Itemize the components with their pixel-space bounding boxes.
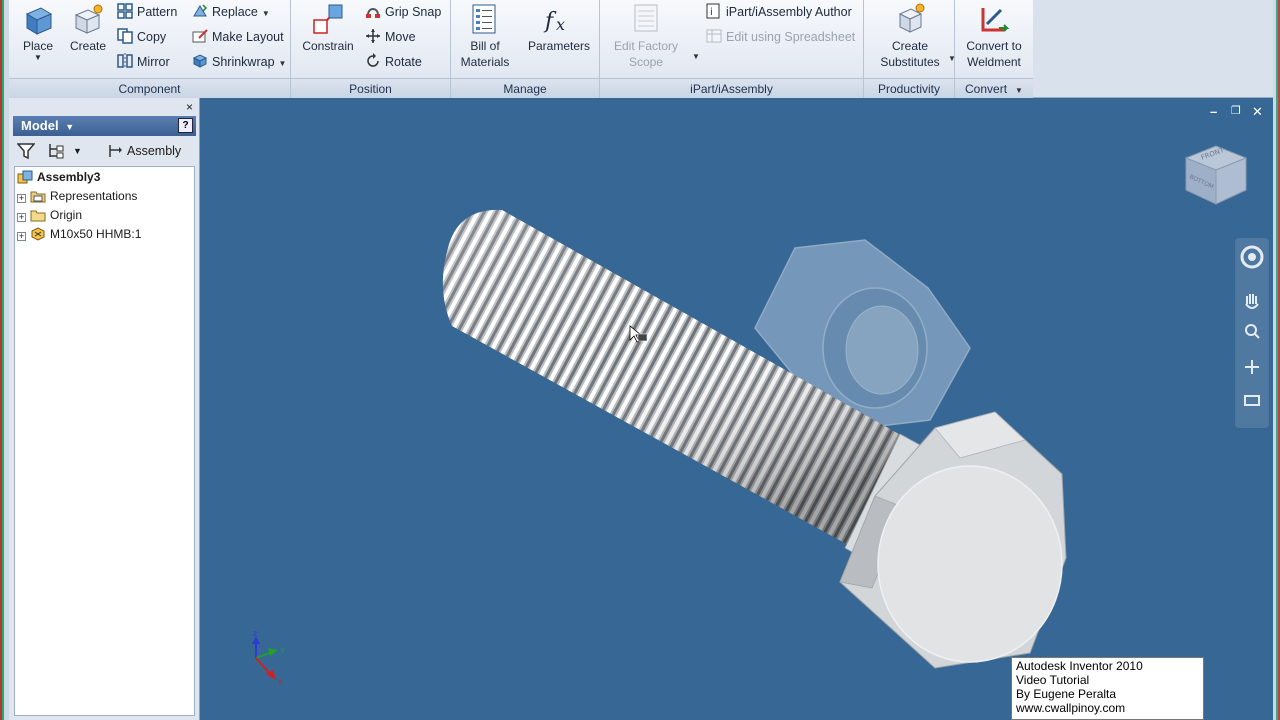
- replace-button[interactable]: Replace ▼: [192, 1, 270, 23]
- panel-productivity: Create Substitutes ▼ Productivity: [864, 0, 956, 98]
- spreadsheet-icon: [706, 28, 722, 44]
- panel-title-position: Position: [291, 78, 450, 98]
- model-tree: Assembly3 + Representations + Origin + M10x…: [14, 166, 195, 716]
- svg-text:f: f: [543, 9, 557, 34]
- move-button[interactable]: Move: [365, 26, 416, 48]
- edit-factory-scope-icon: [629, 2, 663, 36]
- rotate-icon: [365, 53, 381, 69]
- parameters-button[interactable]: fx Parameters: [523, 2, 595, 54]
- tutorial-credit-box: Autodesk Inventor 2010 Video Tutorial By…: [1011, 657, 1204, 720]
- parameters-label: Parameters: [527, 39, 591, 53]
- folder-icon: [30, 208, 46, 222]
- window-edge-right: [1273, 0, 1280, 720]
- shrinkwrap-dropdown-icon[interactable]: ▼: [279, 59, 287, 68]
- edit-factory-dropdown-icon[interactable]: ▼: [692, 52, 700, 61]
- model-3d-view[interactable]: z y x: [200, 98, 1273, 720]
- bolt-part[interactable]: [442, 209, 1067, 669]
- move-icon: [365, 28, 381, 44]
- constrain-label: Constrain: [302, 39, 354, 53]
- mirror-button[interactable]: Mirror: [117, 51, 170, 73]
- window-edge-left: [0, 0, 9, 720]
- create-substitutes-button[interactable]: Create Substitutes: [870, 2, 950, 70]
- panel-ipart-iassembly: Edit Factory Scope ▼ i iPart/iAssembly Au…: [600, 0, 864, 98]
- ribbon: Place ▼ Create Pattern Copy Mirror Repla…: [9, 0, 1033, 98]
- representations-icon: [30, 189, 46, 203]
- grip-snap-button[interactable]: Grip Snap: [365, 1, 441, 23]
- browser-toolbar: ▼ Assembly Vie: [13, 138, 200, 184]
- expand-icon[interactable]: +: [17, 232, 26, 241]
- expand-icon[interactable]: +: [17, 194, 26, 203]
- svg-text:x: x: [278, 677, 283, 686]
- rotate-button[interactable]: Rotate: [365, 51, 422, 73]
- mirror-icon: [117, 53, 133, 69]
- place-icon: [21, 2, 55, 36]
- graphics-viewport[interactable]: – ❐ ✕ FRONT BOTTOM z y x Autodesk Invent…: [200, 98, 1273, 720]
- filter-icon[interactable]: [16, 142, 36, 169]
- replace-dropdown-icon[interactable]: ▼: [262, 9, 270, 18]
- edit-factory-scope-button[interactable]: Edit Factory Scope: [606, 2, 686, 70]
- pattern-button[interactable]: Pattern: [117, 1, 177, 23]
- tree-item-representations[interactable]: + Representations: [15, 187, 137, 206]
- tree-dropdown-icon[interactable]: ▼: [73, 138, 82, 164]
- browser-header-label: Model: [21, 118, 59, 133]
- svg-text:z: z: [253, 629, 257, 638]
- browser-header[interactable]: Model ▼ ?: [13, 116, 196, 136]
- grip-snap-icon: [365, 3, 381, 19]
- tree-item-origin[interactable]: + Origin: [15, 206, 82, 225]
- make-layout-icon: [192, 28, 208, 44]
- browser-help-button[interactable]: ?: [178, 118, 193, 133]
- panel-component: Place ▼ Create Pattern Copy Mirror Repla…: [9, 0, 291, 98]
- shrinkwrap-button[interactable]: Shrinkwrap ▼: [192, 51, 286, 73]
- panel-manage: Bill of Materials fx Parameters Manage: [451, 0, 600, 98]
- assembly-icon: [17, 170, 33, 184]
- model-browser: × Model ▼ ? ▼ Assembly Vie Assembly3 +Re…: [9, 98, 200, 720]
- edit-using-spreadsheet-button[interactable]: Edit using Spreadsheet: [706, 26, 855, 48]
- svg-text:x: x: [556, 15, 565, 34]
- constrain-icon: [311, 2, 345, 36]
- tree-item-assembly3[interactable]: Assembly3: [17, 168, 100, 187]
- convert-to-weldment-button[interactable]: Convert to Weldment: [957, 2, 1031, 70]
- create-label: Create: [69, 39, 107, 53]
- panel-position: Constrain Grip Snap Move Rotate Position: [291, 0, 451, 98]
- convert-dropdown-icon: ▼: [1015, 86, 1023, 95]
- svg-text:y: y: [280, 645, 285, 654]
- create-component-icon: [71, 2, 105, 36]
- bill-of-materials-button[interactable]: Bill of Materials: [453, 2, 517, 70]
- create-substitutes-icon: [893, 2, 927, 36]
- panel-title-convert[interactable]: Convert ▼: [955, 78, 1033, 98]
- panel-title-manage: Manage: [451, 78, 599, 98]
- browser-close-button[interactable]: ×: [186, 100, 193, 114]
- browser-header-dropdown-icon: ▼: [65, 122, 75, 132]
- svg-text:i: i: [710, 7, 713, 18]
- panel-convert: Convert to Weldment Convert ▼: [955, 0, 1033, 98]
- copy-button[interactable]: Copy: [117, 26, 166, 48]
- expand-icon[interactable]: +: [17, 213, 26, 222]
- parameters-fx-icon: fx: [542, 2, 576, 36]
- ribbon-empty-area: [1033, 0, 1273, 98]
- axis-triad-icon: z y x: [252, 629, 285, 686]
- panel-title-productivity: Productivity: [864, 78, 954, 98]
- pattern-icon: [117, 3, 133, 19]
- make-layout-button[interactable]: Make Layout: [192, 26, 284, 48]
- place-label: Place: [22, 39, 54, 53]
- convert-to-weldment-icon: [977, 2, 1011, 36]
- constrain-button[interactable]: Constrain: [297, 2, 359, 54]
- ipart-author-icon: i: [706, 3, 722, 19]
- replace-icon: [192, 3, 208, 19]
- tree-structure-icon[interactable]: [47, 142, 65, 169]
- bill-of-materials-icon: [468, 2, 502, 36]
- panel-title-ipart-iassembly: iPart/iAssembly: [600, 78, 863, 98]
- assembly-view-icon: [107, 142, 123, 168]
- create-button[interactable]: Create: [65, 2, 111, 54]
- ipart-iassembly-author-button[interactable]: i iPart/iAssembly Author: [706, 1, 852, 23]
- tree-item-bolt[interactable]: + M10x50 HHMB:1: [15, 225, 141, 244]
- place-button[interactable]: Place ▼: [15, 2, 61, 62]
- panel-title-component: Component: [9, 78, 290, 98]
- copy-icon: [117, 28, 133, 44]
- part-icon: [30, 227, 46, 241]
- shrinkwrap-icon: [192, 53, 208, 69]
